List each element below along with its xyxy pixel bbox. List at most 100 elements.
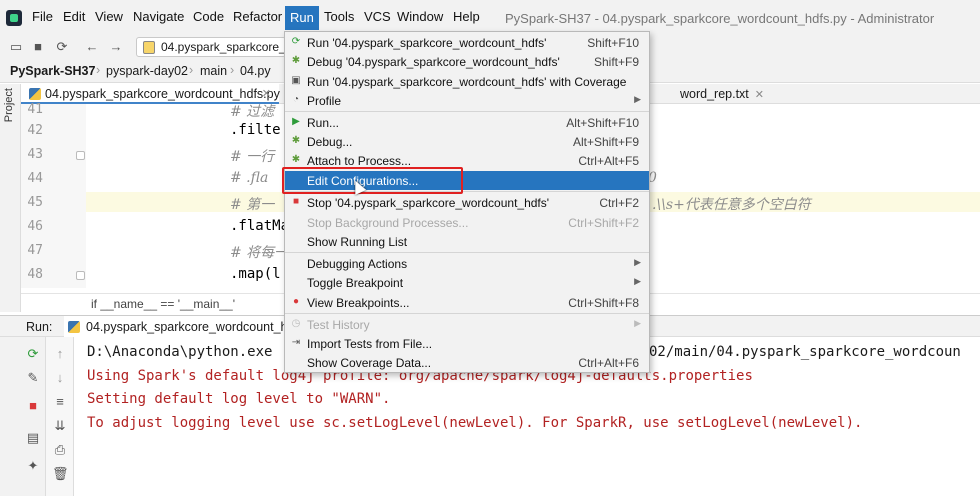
code-line-48[interactable]: .map(l: [230, 266, 281, 282]
menu-vcs[interactable]: VCS: [362, 9, 393, 24]
submenu-arrow-icon: ▶: [634, 318, 641, 328]
menu-edit[interactable]: Edit: [61, 9, 87, 24]
soft-wrap-icon[interactable]: ≡: [52, 394, 68, 410]
menu-tools[interactable]: Tools: [322, 9, 356, 24]
menu-debug-config[interactable]: ✱ Debug '04.pyspark_sparkcore_wordcount_…: [285, 52, 649, 71]
line-number: 47: [27, 243, 43, 258]
breadcrumb-project[interactable]: PySpark-SH37: [10, 64, 95, 78]
menu-debugging-actions[interactable]: Debugging Actions ▶: [285, 254, 649, 273]
console-line: Setting default log level to "WARN".: [87, 391, 391, 407]
menu-debug-dialog[interactable]: ✱ Debug... Alt+Shift+F9: [285, 132, 649, 151]
down-arrow-icon[interactable]: ↓: [52, 370, 68, 386]
clock-icon: ◷: [291, 318, 301, 329]
line-number: 45: [27, 195, 43, 210]
pin-icon[interactable]: ✦: [25, 458, 41, 474]
run-config-label: 04.pyspark_sparkcore_w: [161, 40, 286, 54]
project-tool-button[interactable]: Project: [3, 88, 15, 122]
scroll-to-end-icon[interactable]: ⇊: [52, 418, 68, 434]
stop-icon: ■: [292, 196, 300, 207]
sync-icon[interactable]: ⟳: [54, 39, 70, 55]
menu-help[interactable]: Help: [451, 9, 482, 24]
python-file-icon: [143, 41, 155, 54]
run-tab-label: 04.pyspark_sparkcore_wordcount_hdfs: [86, 320, 290, 334]
open-folder-icon[interactable]: ▭: [8, 39, 24, 55]
menu-test-history[interactable]: ◷ Test History ▶: [285, 315, 649, 334]
menu-navigate[interactable]: Navigate: [131, 9, 186, 24]
menu-code[interactable]: Code: [191, 9, 226, 24]
line-number: 44: [27, 171, 43, 186]
line-number: 48: [27, 267, 43, 282]
tab-word-rep[interactable]: word_rep.txt ✕: [666, 84, 764, 104]
menu-show-coverage-data[interactable]: Show Coverage Data... Ctrl+Alt+F6: [285, 353, 649, 372]
code-line-45[interactable]: # 第一: [230, 194, 274, 214]
forward-arrow-icon[interactable]: →: [108, 39, 124, 55]
fold-marker-icon[interactable]: [76, 271, 85, 280]
run-panel-label: Run:: [26, 320, 53, 334]
menu-view[interactable]: View: [93, 9, 125, 24]
console-line-tail: 02/main/04.pyspark_sparkcore_wordcoun: [649, 344, 961, 360]
menu-separator: [285, 313, 649, 314]
code-line-43[interactable]: # 一行: [230, 146, 274, 166]
import-icon: ⇥: [291, 337, 301, 348]
code-line-41[interactable]: # 过滤: [230, 101, 274, 121]
menu-refactor[interactable]: Refactor: [231, 9, 284, 24]
close-icon[interactable]: ✕: [755, 89, 764, 101]
menu-run[interactable]: Run: [285, 6, 319, 30]
submenu-arrow-icon: ▶: [634, 257, 641, 267]
run-tab[interactable]: 04.pyspark_sparkcore_wordcount_hdfs: [64, 316, 290, 337]
menu-run-with-coverage[interactable]: ▣ Run '04.pyspark_sparkcore_wordcount_hd…: [285, 72, 649, 91]
menu-run-config[interactable]: ⟳ Run '04.pyspark_sparkcore_wordcount_hd…: [285, 33, 649, 52]
breadcrumb-main[interactable]: main: [200, 64, 227, 78]
line-number: 42: [27, 123, 43, 138]
rerun-icon: ⟳: [291, 36, 301, 47]
menu-profile[interactable]: ◔ Profile ▶: [285, 91, 649, 110]
fold-marker-icon[interactable]: [76, 151, 85, 160]
menu-run-dialog[interactable]: ▶ Run... Alt+Shift+F10: [285, 113, 649, 132]
run-icon: ▶: [292, 116, 300, 127]
tab-label: word_rep.txt: [680, 87, 749, 101]
print-icon[interactable]: ⎙: [52, 442, 68, 458]
breadcrumb-folder[interactable]: pyspark-day02: [106, 64, 188, 78]
line-number: 41: [27, 102, 43, 117]
up-arrow-icon[interactable]: ↑: [52, 346, 68, 362]
menu-import-tests[interactable]: ⇥ Import Tests from File...: [285, 334, 649, 353]
code-line-47[interactable]: # 将每一: [230, 242, 288, 262]
menu-show-running-list[interactable]: Show Running List: [285, 232, 649, 251]
python-file-icon: [29, 88, 41, 100]
run-config-selector[interactable]: 04.pyspark_sparkcore_w: [136, 37, 286, 57]
menu-stop-config[interactable]: ■ Stop '04.pyspark_sparkcore_wordcount_h…: [285, 193, 649, 212]
attach-icon: ✱: [291, 154, 301, 165]
annotation-highlight-box: [282, 167, 463, 194]
submenu-arrow-icon: ▶: [634, 94, 641, 104]
code-line-45-tail[interactable]: .\\s+代表任意多个空白符: [652, 194, 811, 214]
menu-separator: [285, 252, 649, 253]
breakpoints-icon: ●: [292, 296, 300, 307]
save-icon[interactable]: ■: [30, 39, 46, 55]
code-line-44[interactable]: # .fla: [230, 170, 268, 186]
breadcrumb-file[interactable]: 04.py: [240, 64, 271, 78]
menu-file[interactable]: File: [30, 9, 55, 24]
debug-icon: ✱: [291, 55, 301, 66]
chevron-right-icon: ›: [230, 63, 235, 77]
code-line-46[interactable]: .flatMa: [230, 218, 289, 234]
menu-stop-background[interactable]: Stop Background Processes... Ctrl+Shift+F…: [285, 213, 649, 232]
submenu-arrow-icon: ▶: [634, 276, 641, 286]
back-arrow-icon[interactable]: ←: [84, 39, 100, 55]
menu-view-breakpoints[interactable]: ● View Breakpoints... Ctrl+Shift+F8: [285, 293, 649, 312]
line-number: 46: [27, 219, 43, 234]
chevron-right-icon: ›: [189, 63, 194, 77]
menu-toggle-breakpoint[interactable]: Toggle Breakpoint ▶: [285, 273, 649, 292]
python-file-icon: [68, 321, 80, 333]
rerun-icon[interactable]: ⟳: [25, 346, 41, 362]
chevron-right-icon: ›: [96, 63, 101, 77]
close-icon[interactable]: ✕: [262, 87, 271, 100]
code-line-42[interactable]: .filte: [230, 122, 281, 138]
trash-icon[interactable]: 🗑: [52, 466, 69, 482]
menu-separator: [285, 111, 649, 112]
structure-crumb-label: if __name__ == '__main__': [91, 297, 236, 311]
coverage-icon: ▣: [291, 75, 301, 86]
stop-icon[interactable]: ■: [25, 398, 41, 414]
menu-window[interactable]: Window: [395, 9, 445, 24]
layout-icon[interactable]: ▤: [25, 430, 41, 446]
wrench-icon[interactable]: ✎: [25, 370, 41, 386]
